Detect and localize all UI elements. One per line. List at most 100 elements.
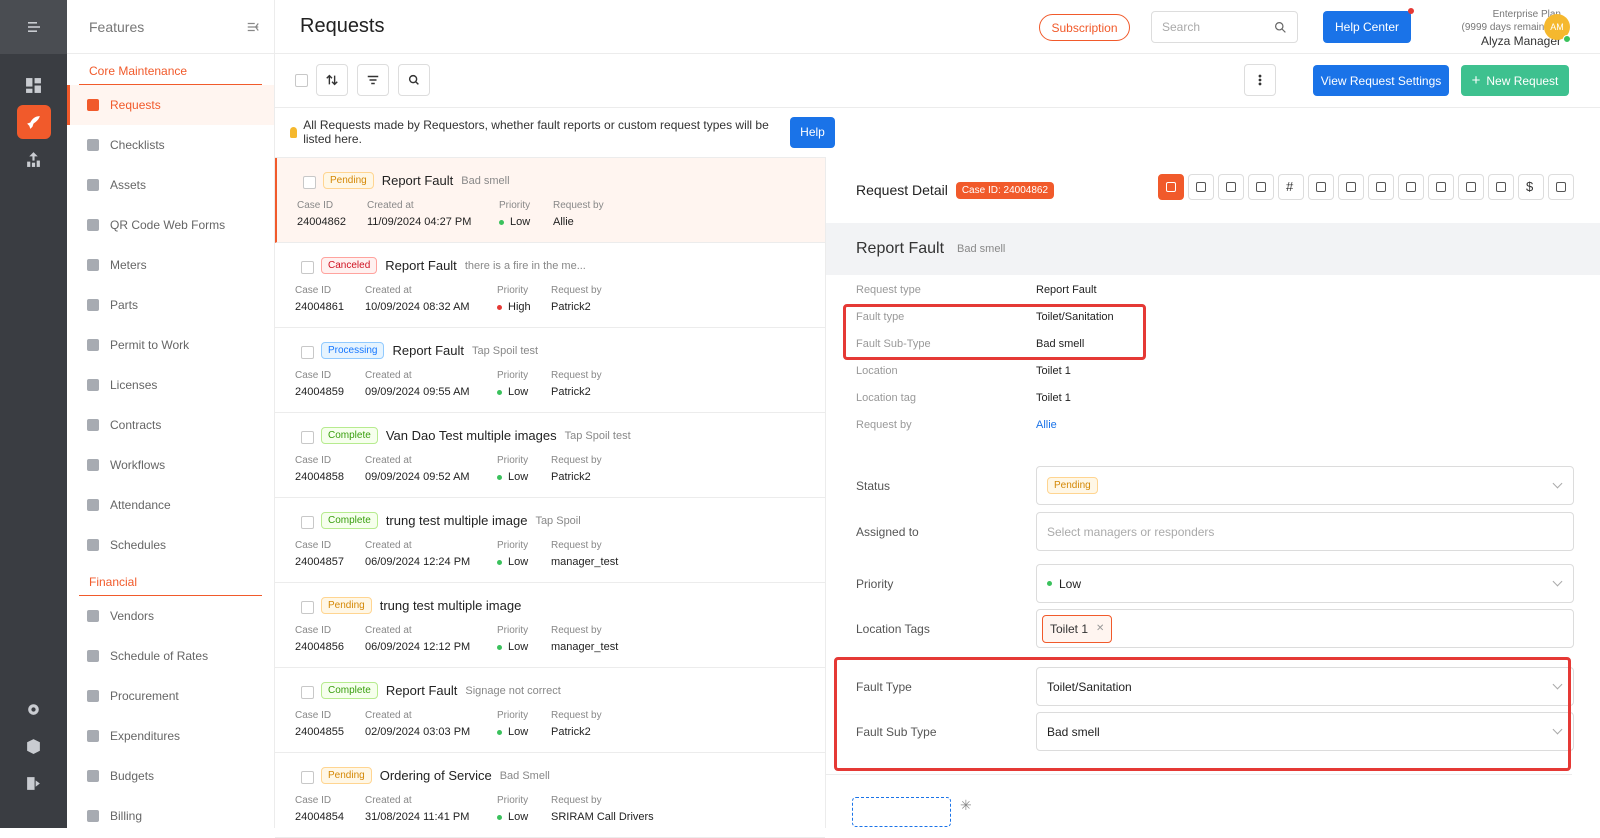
location-tags-input[interactable]: Toilet 1 ✕	[1036, 609, 1574, 648]
help-center-button[interactable]: Help Center	[1323, 11, 1411, 43]
sidebar-item-attendance[interactable]: Attendance	[67, 485, 274, 525]
priority-value: Low	[510, 216, 531, 228]
search-input[interactable]: Search	[1151, 11, 1298, 43]
sidebar-item-meters[interactable]: Meters	[67, 245, 274, 285]
priority-dot	[497, 729, 502, 735]
sidebar-item-label: Checklists	[110, 138, 165, 152]
delete-icon[interactable]	[1548, 174, 1574, 200]
request-row[interactable]: Pending Report Fault Bad smell Case ID 24004…	[275, 158, 825, 243]
sidebar-item-label: Schedules	[110, 538, 167, 552]
sidebar-item-billing[interactable]: Billing	[67, 796, 274, 836]
filter-button[interactable]	[357, 64, 389, 96]
sidebar-item-label: Attendance	[110, 498, 171, 512]
request-row[interactable]: Canceled Report Fault there is a fire in t…	[275, 243, 825, 328]
sidebar-item-schedules[interactable]: Schedules	[67, 525, 274, 565]
archive-icon[interactable]	[1398, 174, 1424, 200]
sidebar-item-vendors[interactable]: Vendors	[67, 596, 274, 636]
row-checkbox[interactable]	[301, 261, 314, 274]
case-id-value: 24004862	[297, 216, 346, 228]
history-icon[interactable]	[1218, 174, 1244, 200]
sidebar-item-checklists[interactable]: Checklists	[67, 125, 274, 165]
sidebar-item-budgets[interactable]: Budgets	[67, 756, 274, 796]
request-title: Pending trung test multiple image	[321, 597, 529, 614]
request-by-label: Request by	[551, 625, 602, 636]
store-icon[interactable]	[1488, 174, 1514, 200]
sidebar-item-label: Expenditures	[110, 729, 181, 743]
sidebar-item-requests[interactable]: Requests	[67, 85, 274, 125]
sidebar-item-expenditures[interactable]: Expenditures	[67, 716, 274, 756]
detail-request-name: Report Fault	[856, 240, 945, 257]
status-badge: Canceled	[321, 257, 378, 274]
request-row[interactable]: Complete trung test multiple image Tap Spo…	[275, 498, 825, 583]
sidebar-item-contracts[interactable]: Contracts	[67, 405, 274, 445]
sidebar-item-licenses[interactable]: Licenses	[67, 365, 274, 405]
upload-area[interactable]	[852, 797, 951, 827]
select-all-checkbox[interactable]	[295, 74, 308, 87]
priority-dot	[497, 389, 502, 395]
sidebar-item-assets[interactable]: Assets	[67, 165, 274, 205]
request-row[interactable]: Complete Report Fault Signage not correct C…	[275, 668, 825, 753]
reports-nav[interactable]	[17, 142, 51, 176]
created-value: 09/09/2024 09:55 AM	[365, 386, 470, 398]
request-row[interactable]: Complete Van Dao Test multiple images Tap …	[275, 413, 825, 498]
sidebar-item-icon	[87, 539, 99, 551]
new-request-button[interactable]: + New Request	[1461, 65, 1569, 96]
maintenance-nav[interactable]	[16, 105, 51, 139]
sidebar-item-label: Licenses	[110, 378, 158, 392]
comments-icon[interactable]	[1248, 174, 1274, 200]
modules-nav[interactable]	[17, 729, 51, 763]
priority-label: Priority	[497, 455, 529, 466]
row-checkbox[interactable]	[301, 601, 314, 614]
sidebar-item-procurement[interactable]: Procurement	[67, 676, 274, 716]
subscription-button[interactable]: Subscription	[1039, 14, 1130, 41]
view-request-settings-button[interactable]: View Request Settings	[1313, 65, 1449, 96]
remove-tag-icon[interactable]: ✕	[1096, 623, 1104, 634]
sort-button[interactable]	[316, 64, 348, 96]
request-row[interactable]: Processing Report Fault Tap Spoil test Case…	[275, 328, 825, 413]
collapse-sidebar-icon[interactable]	[246, 20, 260, 34]
row-checkbox[interactable]	[301, 686, 314, 699]
parts-icon[interactable]	[1368, 174, 1394, 200]
detail-info-value[interactable]: Allie	[1036, 419, 1057, 431]
link-icon[interactable]	[1308, 174, 1334, 200]
request-by-value: Patrick2	[551, 726, 591, 738]
sidebar-item-label: Budgets	[110, 769, 155, 783]
row-checkbox[interactable]	[301, 346, 314, 359]
edit-icon[interactable]	[1428, 174, 1454, 200]
row-checkbox[interactable]	[301, 516, 314, 529]
priority-select[interactable]: Low	[1036, 564, 1574, 603]
row-checkbox[interactable]	[301, 771, 314, 784]
detail-footer: ✳	[826, 774, 1572, 828]
sidebar-item-permit-to-work[interactable]: Permit to Work	[67, 325, 274, 365]
details-icon[interactable]	[1158, 174, 1184, 200]
sidebar-item-schedule-of-rates[interactable]: Schedule of Rates	[67, 636, 274, 676]
sidebar-item-workflows[interactable]: Workflows	[67, 445, 274, 485]
menu-toggle[interactable]	[0, 0, 67, 54]
dollar-icon[interactable]: $	[1518, 174, 1544, 200]
row-checkbox[interactable]	[301, 431, 314, 444]
user-name: Alyza Manager	[1480, 34, 1561, 48]
created-value: 09/09/2024 09:52 AM	[365, 471, 470, 483]
page-title: Requests	[300, 15, 385, 37]
sidebar-item-parts[interactable]: Parts	[67, 285, 274, 325]
warning-icon[interactable]	[1338, 174, 1364, 200]
sidebar-item-qr-code-web-forms[interactable]: QR Code Web Forms	[67, 205, 274, 245]
more-options-button[interactable]	[1244, 64, 1276, 96]
list-search-button[interactable]	[398, 64, 430, 96]
settings-nav[interactable]	[17, 692, 51, 726]
request-row[interactable]: Pending trung test multiple image Case ID 2…	[275, 583, 825, 668]
logout-nav[interactable]	[17, 766, 51, 800]
row-checkbox[interactable]	[303, 176, 316, 189]
status-select[interactable]: Pending	[1036, 466, 1574, 505]
sign-icon[interactable]	[1458, 174, 1484, 200]
help-button[interactable]: Help	[790, 116, 835, 148]
detail-summary: Report Fault Bad smell	[826, 223, 1600, 275]
sidebar-item-icon	[87, 459, 99, 471]
download-icon[interactable]	[1188, 174, 1214, 200]
request-row[interactable]: Pending Ordering of Service Bad Smell Case …	[275, 753, 825, 838]
assigned-select[interactable]: Select managers or responders	[1036, 512, 1574, 551]
hashtag-icon[interactable]: #	[1278, 174, 1304, 200]
priority-label: Priority	[497, 625, 529, 636]
dashboard-nav[interactable]	[17, 68, 51, 102]
sidebar-item-label: QR Code Web Forms	[110, 218, 226, 232]
